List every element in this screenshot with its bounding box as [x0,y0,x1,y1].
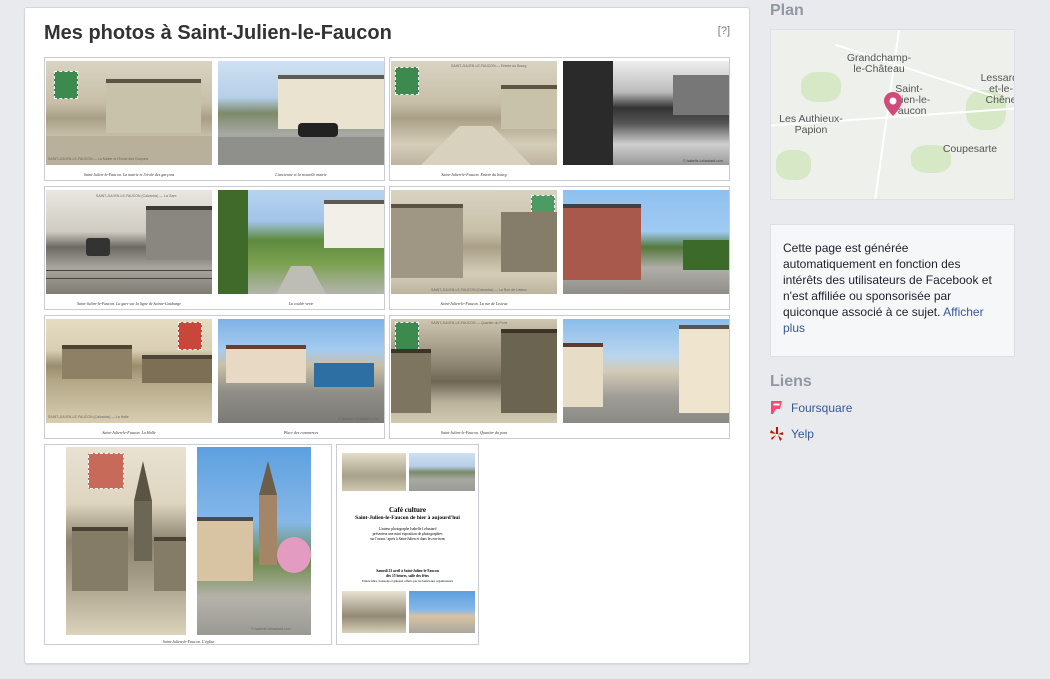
map-label-authieux: Les Authieux- Papion [779,113,843,136]
building-shape [679,325,729,413]
photo-caption: Saint-Julien-le-Faucon. La gare sur la l… [77,301,181,306]
photo-entree-bourg[interactable]: SAINT-JULIEN-LE-FAUCON — Entrée du Bourg… [389,57,730,181]
photo-caption: Saint-Julien-le-Faucon. La Halle [102,430,156,435]
flyer-subtitle: Saint-Julien-le-Faucon de hier à aujourd… [355,515,460,521]
stamp-icon [395,67,419,95]
photos-card: Mes photos à Saint-Julien-le-Faucon [?] … [24,7,750,664]
building-shape [226,345,306,383]
photo-eglise[interactable]: © Isabelle.Lebastard.com Saint-Julien-le… [44,444,332,645]
building-shape [72,527,128,591]
map-label-lessard: Lessard-et-le-Chêne [980,72,1015,106]
photo-caption: Saint-Julien-le-Faucon. Quartier du pont [440,430,508,435]
flyer-text: Entrée libre, boissons et gâteaux offert… [362,579,453,583]
postcard-text: SAINT-JULIEN-LE-FAUCON — Quartier du Pon… [431,321,507,325]
link-label: Foursquare [791,401,853,415]
flyer-thumb-bottom-left [342,591,406,633]
photo-mairie-ecole[interactable]: SAINT-JULIEN-LE-FAUCON — La Mairie et l'… [44,57,385,181]
yelp-icon [770,427,783,441]
postcard-image [66,447,186,635]
building-shape [146,206,212,260]
modern-photo: © Isabelle.Lebastard.com [563,61,729,165]
stamp-icon [395,322,419,350]
photo-gare[interactable]: SAINT-JULIEN-LE-FAUCON (Calvados) — La G… [44,186,385,310]
postcard-image: SAINT-JULIEN-LE-FAUCON — La Mairie et l'… [46,61,212,165]
help-link[interactable]: [?] [718,25,730,37]
map-pin-icon[interactable] [884,92,902,116]
photo-caption: La coulée verte [288,301,314,306]
postcard-image: SAINT-JULIEN-LE-FAUCON (Calvados) — La G… [46,190,212,294]
building-shape [391,349,431,413]
info-box: Cette page est générée automatiquement e… [770,224,1015,357]
photo-credit: © Isabelle.Lebastard.com [251,627,291,631]
plan-title: Plan [770,2,804,19]
postcard-image: SAINT-JULIEN-LE-FAUCON — Quartier du Pon… [391,319,557,423]
photo-caption: Place des commerces [283,430,319,435]
postcard-image: SAINT-JULIEN-LE-FAUCON — Entrée du Bourg [391,61,557,165]
flyer-title: Café culture [389,506,426,514]
postcard-text: SAINT-JULIEN-LE-FAUCON (Calvados) — La R… [431,288,527,292]
building-shape [501,329,557,413]
card-title: Mes photos à Saint-Julien-le-Faucon [44,22,392,44]
photo-caption: Saint-Julien-le-Faucon. La mairie et l'é… [83,172,175,177]
flyer-thumb-top-left [342,453,406,491]
building-shape [142,355,212,383]
flyer-text: L'auteur photographe Isabelle Lebastard [378,527,437,531]
link-yelp[interactable]: Yelp [770,427,814,441]
modern-photo [563,190,729,294]
map[interactable]: Grandchamp-le-Château Saint- Julien-le- Fa… [770,29,1015,200]
photo-credit: © Isabelle.Lebastard.com [338,417,378,421]
postcard-text: SAINT-JULIEN-LE-FAUCON — Entrée du Bourg [451,64,527,68]
flyer-text: Samedi 23 avril à Saint-Julien-le-Faucon [376,569,439,573]
link-foursquare[interactable]: Foursquare [770,401,852,415]
postcard-text: SAINT-JULIEN-LE-FAUCON (Calvados) — La H… [48,415,129,419]
postcard-image: SAINT-JULIEN-LE-FAUCON (Calvados) — La H… [46,319,212,423]
building-shape [563,343,603,407]
links-title: Liens [770,373,812,390]
map-label-coupesarte: Coupesarte [942,143,998,155]
building-shape [62,345,132,379]
building-shape [391,204,463,278]
modern-photo: © Isabelle.Lebastard.com [197,447,311,635]
postcard-image: SAINT-JULIEN-LE-FAUCON (Calvados) — La R… [391,190,557,294]
photo-caption: Saint-Julien-le-Faucon. Entrée du bourg [441,172,507,177]
building-shape [106,79,201,133]
postcard-text: SAINT-JULIEN-LE-FAUCON (Calvados) — La G… [96,194,177,198]
postcard-text: SAINT-JULIEN-LE-FAUCON — La Mairie et l'… [48,157,149,161]
flyer-text: dès 15 heures, salle des fêtes [386,574,429,578]
foursquare-icon [771,401,782,414]
modern-photo [563,319,729,423]
photo-caption: Saint-Julien-le-Faucon. L'église [162,639,215,644]
stamp-icon [178,322,202,350]
building-shape [154,537,186,591]
photo-rue-lisieux[interactable]: SAINT-JULIEN-LE-FAUCON (Calvados) — La R… [389,186,730,310]
building-shape [278,75,384,129]
photo-caption: Saint-Julien-le-Faucon. La rue de Lisieu… [440,301,508,306]
flyer-thumb-bottom-right [409,591,475,633]
link-label: Yelp [791,427,814,441]
modern-photo [218,61,384,165]
flyer-text: présentera une mini exposition de photog… [372,532,443,536]
stamp-icon [54,71,78,99]
building-shape [563,204,641,280]
modern-photo: © Isabelle.Lebastard.com [218,319,384,423]
map-label-grandchamp: Grandchamp-le-Château [846,52,912,75]
photo-quartier-pont[interactable]: SAINT-JULIEN-LE-FAUCON — Quartier du Pon… [389,315,730,439]
modern-photo [218,190,384,294]
building-shape [501,85,557,129]
flyer-thumb-top-right [409,453,475,491]
stamp-icon [88,453,124,489]
map-green-area [776,150,811,180]
building-shape [324,200,384,248]
map-green-area [801,72,841,102]
photo-flyer[interactable]: Café culture Saint-Julien-le-Faucon de h… [336,444,479,645]
photo-credit: © Isabelle.Lebastard.com [683,159,723,163]
photo-caption: L'ancienne et la nouvelle mairie [275,172,327,177]
building-shape [197,517,253,581]
photo-halle[interactable]: SAINT-JULIEN-LE-FAUCON (Calvados) — La H… [44,315,385,439]
flyer-text: sur l'avant / après à Saint-Julien et da… [370,537,445,541]
